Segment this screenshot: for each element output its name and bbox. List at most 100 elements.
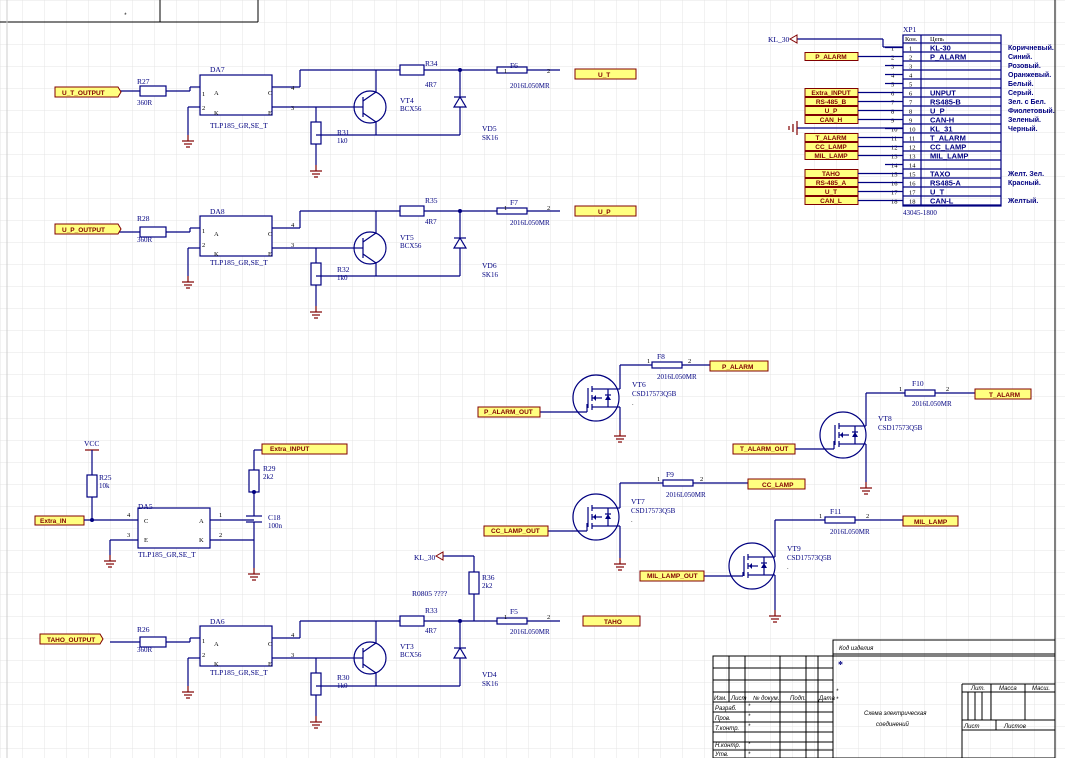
vt9-label: VT9 <box>787 544 801 553</box>
xp1-pin-number: 14 <box>909 163 916 170</box>
port-label: MIL_LAMP_OUT <box>647 573 698 580</box>
r31-label: R31 <box>337 128 350 137</box>
xp1-label: XP1 <box>903 25 917 34</box>
pin-number: 3 <box>127 532 130 539</box>
pin-number: 3 <box>291 105 294 112</box>
pin-number: 1 <box>647 358 650 365</box>
vd5-label: VD5 <box>482 124 497 133</box>
xp1-port-label: P_ALARM <box>815 54 846 61</box>
vt3-part: BCX56 <box>400 651 422 659</box>
xp1-net-name: RS485-B <box>930 98 961 107</box>
r28-value: 360R <box>137 236 153 244</box>
pin-number: 1 <box>202 228 205 235</box>
pin-label: K <box>214 110 219 117</box>
xp1-pin-number: 18 <box>909 199 916 206</box>
r27-label: R27 <box>137 77 150 86</box>
xp1-pin-number: 13 <box>909 154 916 161</box>
port-label: Extra_IN <box>40 518 67 525</box>
vt3-label: VT3 <box>400 642 414 651</box>
da8-part: TLP185_GR,SE_T <box>210 258 268 267</box>
port-label: T_ALARM <box>989 392 1020 399</box>
da6-part: TLP185_GR,SE_T <box>210 668 268 677</box>
pin-number: 1 <box>202 91 205 98</box>
xp1-pin-number: 3 <box>909 64 912 71</box>
vt5-label: VT5 <box>400 233 414 242</box>
pin-number: 1 <box>219 512 222 519</box>
vt7-part: CSD17573Q5B <box>631 507 676 515</box>
da7-label: DA7 <box>210 65 225 74</box>
xp1-net-name: MIL_LAMP <box>930 152 968 161</box>
xp1-pin-outer: 3 <box>891 64 894 71</box>
pin-label: K <box>214 661 219 668</box>
pin-number: 2 <box>547 68 550 75</box>
pin-label: A <box>199 518 204 525</box>
kl30-label: KL_30 <box>414 553 435 562</box>
code-value: * <box>838 660 843 671</box>
row-razrab: Разраб. <box>715 706 737 712</box>
vt9-part: CSD17573Q5B <box>787 554 832 562</box>
xp1-wire-color: Желт. Зел. <box>1007 171 1044 178</box>
r32-label: R32 <box>337 265 350 274</box>
da8-label: DA8 <box>210 207 225 216</box>
xp1-net-name: P_ALARM <box>930 53 966 62</box>
col-ndoc: № докум. <box>753 695 779 702</box>
schematic-sheet[interactable]: * U_T_OUTPUT R27 360R DA7 TLP185_GR,SE_T… <box>0 0 1065 758</box>
xp1-net-name: TAXO <box>930 170 950 179</box>
col-list: Лист <box>730 696 746 702</box>
xp1-net-name: U_P <box>930 107 945 116</box>
pin-number: 2 <box>688 358 691 365</box>
r34-value: 4R7 <box>425 81 437 89</box>
xp1-wire-color: Коричневый. <box>1008 44 1054 52</box>
port-label: U_P <box>598 209 611 216</box>
xp1-pin-number: 16 <box>909 181 916 188</box>
xp1-wire-color: Зеленый. <box>1008 116 1041 124</box>
xp1-pin-outer: 15 <box>891 172 898 179</box>
r32-value: 1k0 <box>337 274 348 282</box>
xp1-port-label: MIL_LAMP <box>814 153 848 160</box>
xp1-pin-number: 9 <box>909 118 912 125</box>
lit-label: Лит. <box>970 686 985 692</box>
masht-label: Масш. <box>1032 686 1050 692</box>
xp1-net-name: CC_LAMP <box>930 143 966 152</box>
xp1-pin-outer: 18 <box>891 199 898 206</box>
pin-number: 1 <box>899 386 902 393</box>
r36-value: 2k2 <box>482 582 493 590</box>
xp1-pin-number: 15 <box>909 172 916 179</box>
row-nkontr: Н.контр. <box>715 743 740 749</box>
pin-number: 2 <box>547 205 550 212</box>
xp1-port-label: CAN_H <box>820 117 843 124</box>
row-utv: Утв. <box>714 752 729 758</box>
xp1-pin-outer: 17 <box>891 190 898 197</box>
r25-label: R25 <box>99 473 112 482</box>
xp1-pin-outer: 11 <box>891 136 897 143</box>
f9-label: F9 <box>666 470 674 479</box>
pin-label: A <box>214 231 219 238</box>
pin-number: 2 <box>202 652 205 659</box>
xp1-pin-number: 2 <box>909 55 912 62</box>
pin-label: K <box>214 251 219 258</box>
code-header: Код изделия <box>839 646 874 652</box>
pin-number: 1 <box>819 513 822 520</box>
vt6-part: CSD17573Q5B <box>632 390 677 398</box>
vt4-part: BCX56 <box>400 105 422 113</box>
f7-label: F7 <box>510 198 518 207</box>
xp1-part: 43045-1800 <box>903 209 937 217</box>
xp1-wire-color: Зел. с Бел. <box>1008 99 1046 106</box>
port-label: Extra_INPUT <box>270 446 309 453</box>
f5-part: 2016L050MR <box>510 628 550 636</box>
f6-label: F6 <box>510 61 518 70</box>
xp1-port-label: RS-485_A <box>816 180 847 187</box>
r29-value: 2k2 <box>263 473 274 481</box>
col-data: Дата <box>818 696 835 702</box>
r33-value: 4R7 <box>425 627 437 635</box>
da5-label: DA5 <box>138 502 153 511</box>
pin-label: E <box>268 661 272 668</box>
port-label: U_T_OUTPUT <box>62 90 105 97</box>
r29-label: R29 <box>263 464 276 473</box>
pin-label: E <box>268 251 272 258</box>
port-label: MIL_LAMP <box>914 519 948 526</box>
f10-part: 2016L050MR <box>912 400 952 408</box>
pin-label: C <box>144 518 148 525</box>
xp1-port-label: Extra_INPUT <box>811 90 850 97</box>
port-label: P_ALARM <box>722 364 753 371</box>
